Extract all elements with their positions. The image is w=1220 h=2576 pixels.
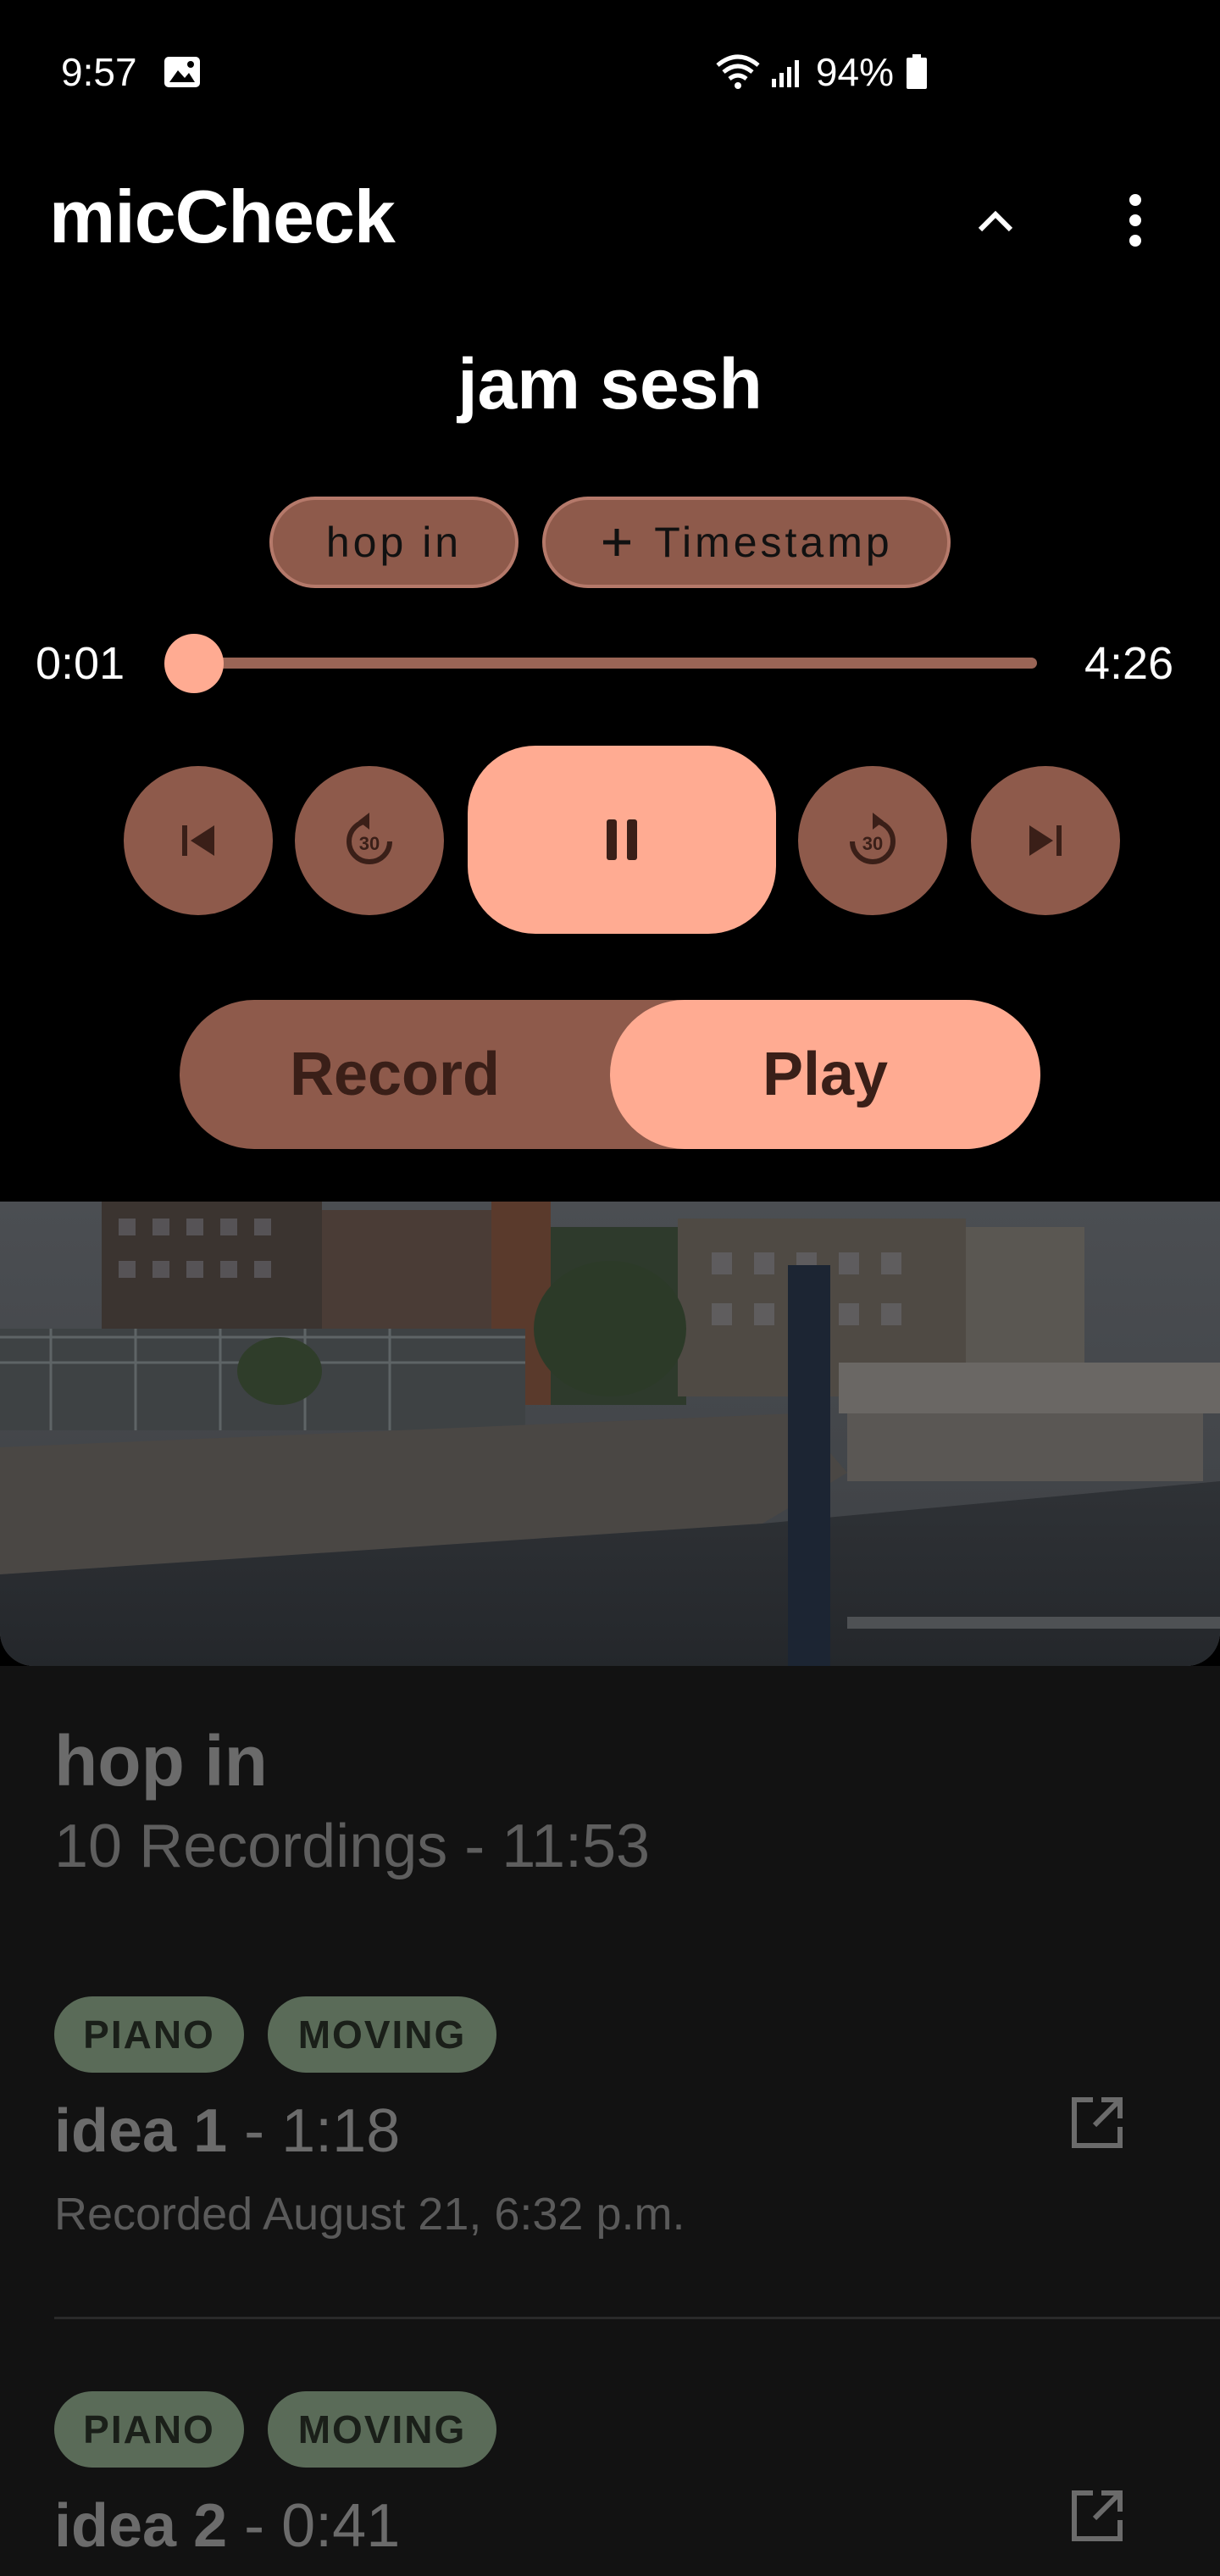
wifi-icon	[716, 54, 760, 89]
replay-30-icon: 30	[347, 813, 392, 864]
mode-toggle: Record Play	[180, 1000, 1040, 1149]
replay-30-button[interactable]: 30	[295, 766, 444, 915]
signal-icon	[771, 60, 799, 87]
recording-date: Recorded August 21, 6:32 p.m.	[54, 2189, 685, 2240]
record-tab[interactable]: Record	[180, 1000, 610, 1149]
skip-next-icon	[1029, 825, 1062, 856]
record-tab-label: Record	[289, 1041, 501, 1108]
collapse-button[interactable]	[966, 191, 1025, 250]
add-timestamp-chip[interactable]: Timestamp	[542, 497, 951, 588]
recording-duration: 1:18	[281, 2097, 401, 2165]
recording-title[interactable]: idea 1 - 1:18	[54, 2096, 400, 2166]
status-indicators: 94%	[714, 49, 928, 95]
seek-bar[interactable]	[195, 658, 1037, 669]
tag-chip: MOVING	[268, 1996, 496, 2073]
clock: 9:57	[61, 50, 137, 94]
section-summary: 10 Recordings - 11:53	[54, 1813, 651, 1880]
recording-title[interactable]: idea 2 - 0:41	[54, 2491, 400, 2561]
overflow-menu-button[interactable]	[1110, 186, 1161, 254]
skip-previous-icon	[182, 825, 214, 856]
tag-chip: PIANO	[54, 2391, 244, 2468]
svg-text:30: 30	[862, 833, 883, 854]
skip-previous-button[interactable]	[124, 766, 273, 915]
app-title: micCheck	[49, 175, 396, 258]
recording-duration: 0:41	[281, 2492, 401, 2560]
more-vert-icon	[1129, 194, 1141, 247]
section-title: hop in	[54, 1721, 268, 1801]
title-separator: -	[244, 2097, 282, 2165]
list-divider	[54, 2317, 1220, 2319]
chevron-up-icon	[978, 210, 1013, 232]
song-title: jam sesh	[458, 344, 762, 424]
play-tab[interactable]: Play	[610, 1000, 1040, 1149]
skip-next-button[interactable]	[971, 766, 1120, 915]
open-recording-button[interactable]	[1059, 2085, 1135, 2161]
battery-percent: 94%	[815, 50, 894, 94]
seek-thumb[interactable]	[164, 634, 224, 693]
recording-name: idea 1	[54, 2097, 228, 2165]
battery-icon	[907, 54, 927, 89]
timestamp-chip-label: Timestamp	[654, 519, 893, 566]
gallery-icon	[164, 57, 201, 87]
section-cover-photo	[0, 1202, 1220, 1666]
pause-button[interactable]	[468, 746, 776, 934]
current-time: 0:01	[36, 638, 125, 689]
plus-icon	[603, 529, 631, 556]
recording-name: idea 2	[54, 2492, 228, 2560]
tag-chip: PIANO	[54, 1996, 244, 2073]
section-chip-label: hop in	[325, 519, 463, 566]
total-time: 4:26	[1084, 638, 1174, 689]
open-recording-button[interactable]	[1059, 2478, 1135, 2554]
status-time: 9:57	[61, 49, 202, 95]
tag-chip: MOVING	[268, 2391, 496, 2468]
open-external-icon	[1072, 2097, 1123, 2148]
title-separator: -	[244, 2492, 282, 2560]
section-chip[interactable]: hop in	[269, 497, 518, 588]
forward-30-button[interactable]: 30	[798, 766, 947, 915]
pause-icon	[607, 819, 637, 860]
play-tab-label: Play	[762, 1041, 889, 1108]
forward-30-icon: 30	[850, 813, 896, 864]
open-external-icon	[1072, 2490, 1123, 2541]
svg-text:30: 30	[359, 833, 380, 854]
